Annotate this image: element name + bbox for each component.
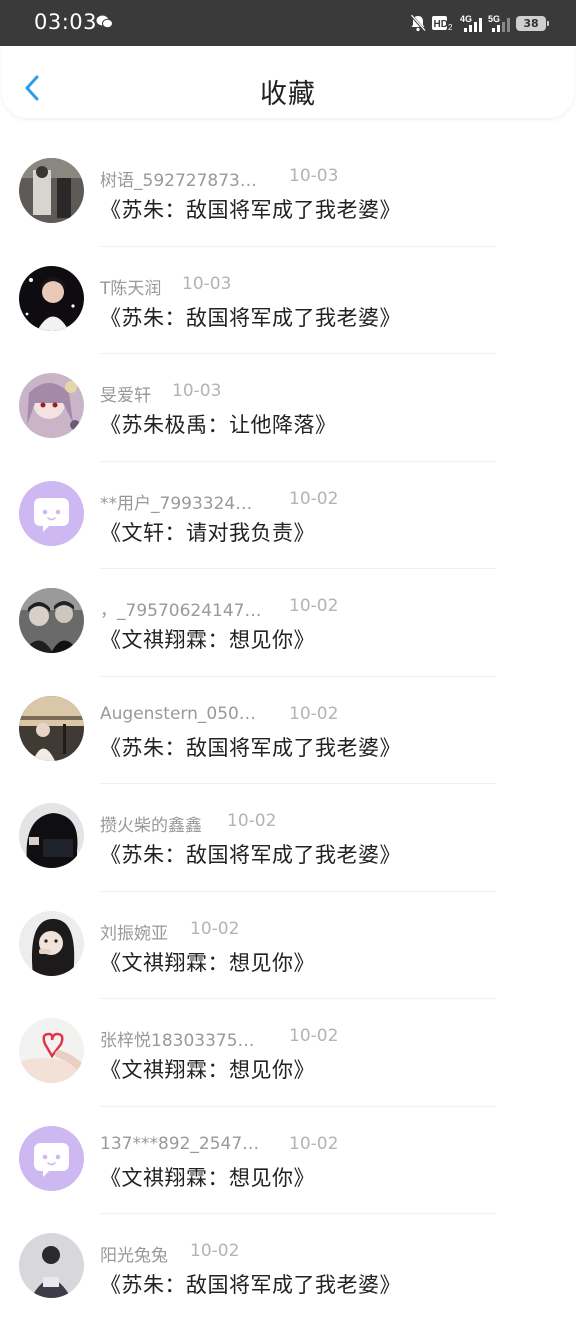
list-item[interactable]: **用户_7993324… 10-02 《文轩：请对我负责》	[0, 460, 576, 569]
status-time: 03:03	[34, 10, 98, 34]
username[interactable]: 旻爱轩	[100, 381, 151, 406]
list-item[interactable]: Augenstern_050… 10-02 《苏朱：敌国将军成了我老婆》	[0, 675, 576, 784]
book-title[interactable]: 《苏朱：敌国将军成了我老婆》	[100, 839, 401, 869]
divider	[100, 675, 496, 677]
avatar[interactable]	[19, 803, 84, 868]
book-title[interactable]: 《文祺翔霖：想见你》	[100, 1054, 315, 1084]
avatar[interactable]	[19, 265, 84, 331]
avatar[interactable]	[19, 158, 84, 223]
avatar[interactable]	[19, 1018, 84, 1083]
username[interactable]: ，_79570624147…	[100, 596, 261, 621]
list-item[interactable]: 阳光兔兔 10-02 《苏朱：敌国将军成了我老婆》	[0, 1213, 576, 1321]
book-title[interactable]: 《文轩：请对我负责》	[100, 517, 315, 547]
divider	[100, 783, 496, 784]
book-title[interactable]: 《苏朱：敌国将军成了我老婆》	[100, 302, 401, 332]
date: 10-03	[182, 273, 232, 294]
list-item[interactable]: ，_79570624147… 10-02 《文祺翔霖：想见你》	[0, 568, 576, 676]
avatar[interactable]	[19, 1233, 84, 1298]
divider	[100, 1213, 496, 1214]
wechat-icon	[96, 14, 113, 29]
list-item[interactable]: 攒火柴的鑫鑫 10-02 《苏朱：敌国将军成了我老婆》	[0, 783, 576, 891]
book-title[interactable]: 《苏朱极禹：让他降落》	[100, 409, 337, 439]
date: 10-02	[289, 488, 339, 509]
username[interactable]: T陈天润	[100, 274, 161, 299]
list-item[interactable]: 树语_592727873… 10-03 《苏朱：敌国将军成了我老婆》	[0, 138, 576, 246]
divider	[100, 1105, 496, 1107]
avatar[interactable]	[19, 588, 84, 653]
date: 10-03	[289, 166, 339, 186]
divider	[100, 998, 496, 999]
date: 10-02	[190, 1241, 240, 1261]
date: 10-03	[172, 381, 222, 401]
date: 10-02	[289, 1133, 339, 1154]
hd-icon: HD 2	[432, 15, 454, 31]
username[interactable]: 张梓悦18303375…	[100, 1026, 255, 1051]
divider	[100, 568, 496, 569]
username[interactable]: **用户_7993324…	[100, 489, 252, 514]
book-title[interactable]: 《苏朱：敌国将军成了我老婆》	[100, 194, 401, 224]
avatar[interactable]	[19, 695, 84, 761]
book-title[interactable]: 《苏朱：敌国将军成了我老婆》	[100, 732, 401, 762]
divider	[100, 353, 496, 354]
default-avatar-icon[interactable]	[19, 480, 84, 546]
book-title[interactable]: 《文祺翔霖：想见你》	[100, 947, 315, 977]
network-5g-text: 5G	[488, 14, 500, 24]
username[interactable]: 攒火柴的鑫鑫	[100, 811, 202, 836]
list-item[interactable]: 旻爱轩 10-03 《苏朱极禹：让他降落》	[0, 353, 576, 461]
avatar[interactable]	[19, 373, 84, 438]
hd-text: HD	[434, 19, 448, 30]
date: 10-02	[289, 703, 339, 724]
divider	[100, 890, 496, 892]
username[interactable]: 137***892_2547…	[100, 1134, 259, 1154]
battery-icon: 38	[516, 15, 549, 31]
date: 10-02	[289, 596, 339, 616]
book-title[interactable]: 《文祺翔霖：想见你》	[100, 624, 315, 654]
date: 10-02	[227, 811, 277, 831]
username[interactable]: 阳光兔兔	[100, 1241, 168, 1266]
signal-5g-icon: 5G	[488, 14, 510, 32]
book-title[interactable]: 《文祺翔霖：想见你》	[100, 1162, 315, 1192]
book-title[interactable]: 《苏朱：敌国将军成了我老婆》	[100, 1269, 401, 1299]
username[interactable]: 树语_592727873…	[100, 166, 257, 191]
default-avatar-icon[interactable]	[19, 1125, 84, 1191]
signal-4g-icon: 4G	[460, 14, 482, 32]
username[interactable]: 刘振婉亚	[100, 919, 168, 944]
list-item[interactable]: T陈天润 10-03 《苏朱：敌国将军成了我老婆》	[0, 245, 576, 354]
network-4g-text: 4G	[460, 14, 472, 24]
app-header: 收藏	[2, 46, 574, 118]
mute-icon	[410, 14, 426, 32]
avatar[interactable]	[19, 910, 84, 976]
date: 10-02	[190, 918, 240, 939]
divider	[100, 245, 496, 247]
page-title: 收藏	[260, 79, 316, 110]
status-bar: 03:03 HD 2 4G 5G 38	[0, 0, 576, 46]
date: 10-02	[289, 1026, 339, 1046]
username[interactable]: Augenstern_050…	[100, 704, 256, 724]
list-item[interactable]: 137***892_2547… 10-02 《文祺翔霖：想见你》	[0, 1105, 576, 1214]
list-item[interactable]: 刘振婉亚 10-02 《文祺翔霖：想见你》	[0, 890, 576, 999]
svg-text:2: 2	[448, 23, 453, 31]
list-item[interactable]: 张梓悦18303375… 10-02 《文祺翔霖：想见你》	[0, 998, 576, 1106]
divider	[100, 460, 496, 462]
